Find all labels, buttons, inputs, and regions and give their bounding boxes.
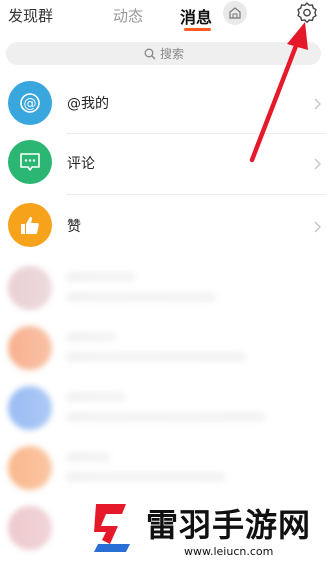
site-logo-icon: [94, 504, 130, 552]
watermark: 雷羽手游网 www.leiucn.com: [74, 490, 326, 565]
annotation-arrow: [249, 22, 308, 163]
watermark-url: www.leiucn.com: [184, 545, 274, 558]
watermark-title: 雷羽手游网: [146, 506, 312, 544]
